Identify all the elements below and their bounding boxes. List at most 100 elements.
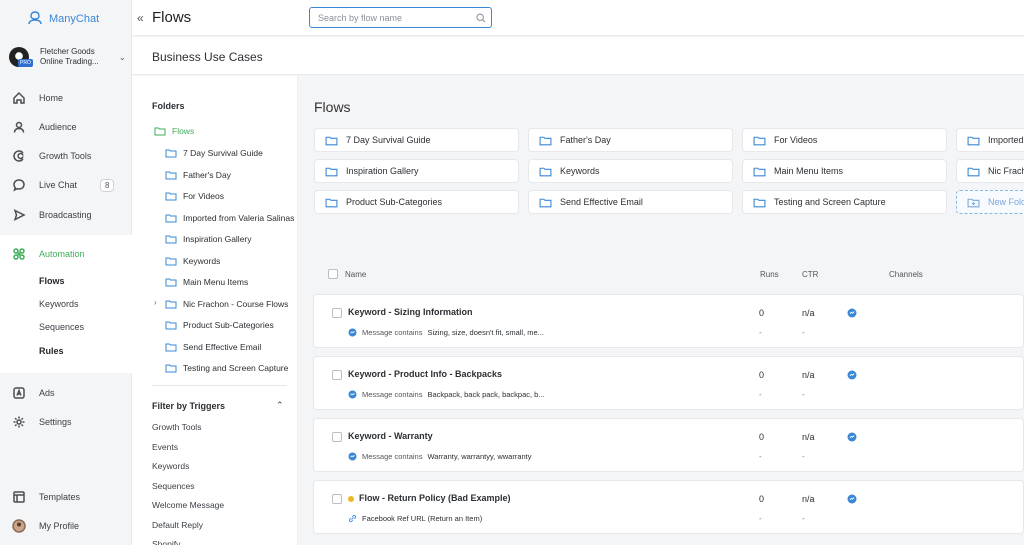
nav-sub-rules[interactable]: Rules [39, 344, 64, 358]
folder-icon [165, 149, 177, 158]
chevron-up-icon[interactable]: ⌃ [276, 400, 284, 411]
new-folder-button[interactable]: New Folder [956, 190, 1024, 214]
trigger-filter-item[interactable]: Default Reply [152, 520, 203, 530]
trigger-filter-item[interactable]: Shopify [152, 539, 180, 545]
row-checkbox[interactable] [332, 308, 342, 318]
trigger-filter-item[interactable]: Welcome Message [152, 500, 224, 510]
folder-tree-item[interactable]: For Videos [165, 189, 297, 203]
search-input[interactable] [310, 8, 470, 27]
row-checkbox[interactable] [332, 494, 342, 504]
brand-name: ManyChat [49, 13, 100, 25]
flow-trigger: Message contains Sizing, size, doesn't fi… [348, 328, 544, 337]
chat-bubble-icon [13, 179, 25, 192]
nav-broadcasting[interactable]: Broadcasting [12, 206, 122, 224]
trigger-filter-item[interactable]: Events [152, 442, 178, 452]
top-bar: « Flows [132, 0, 1024, 36]
flow-title[interactable]: Keyword - Product Info - Backpacks [348, 369, 502, 379]
nav-live-chat-label: Live Chat [39, 180, 78, 190]
folder-card[interactable]: For Videos [742, 128, 947, 152]
flow-row[interactable]: Keyword - Sizing Information Message con… [313, 294, 1024, 348]
folder-card[interactable]: Nic Frachon - Course Flows [956, 159, 1024, 183]
nav-home[interactable]: Home [12, 89, 122, 107]
column-runs[interactable]: Runs [760, 270, 779, 279]
collapse-sidebar-icon[interactable]: « [137, 11, 144, 25]
folder-tree-item[interactable]: Father's Day [165, 168, 297, 182]
trigger-filter-item[interactable]: Growth Tools [152, 422, 201, 432]
home-icon [13, 91, 25, 104]
folder-icon [165, 214, 177, 222]
trigger-prefix: Message contains [362, 328, 423, 337]
folder-icon [165, 278, 177, 287]
flow-title[interactable]: Keyword - Sizing Information [348, 307, 473, 317]
folder-tree-item[interactable]: Keywords [165, 254, 297, 268]
folder-card-label: Inspiration Gallery [346, 166, 419, 176]
folder-icon [539, 198, 552, 207]
folder-card[interactable]: Inspiration Gallery [314, 159, 519, 183]
flow-title-text: Keyword - Warranty [348, 431, 433, 441]
nav-sub-flows[interactable]: Flows [39, 274, 65, 288]
nav-my-profile[interactable]: My Profile [12, 517, 122, 535]
folders-heading: Folders [152, 101, 185, 111]
folder-tree-item[interactable]: 7 Day Survival Guide [165, 146, 297, 160]
select-all-checkbox[interactable] [328, 269, 338, 279]
pro-badge: PRO [18, 59, 33, 67]
nav-settings[interactable]: Settings [12, 413, 122, 431]
search-box[interactable] [309, 7, 492, 28]
row-checkbox[interactable] [332, 370, 342, 380]
expand-arrow-icon[interactable]: › [154, 298, 157, 307]
folder-tree-item[interactable]: Nic Frachon - Course Flows [165, 297, 297, 311]
flow-runs-secondary: - [759, 452, 762, 461]
nav-templates-label: Templates [39, 492, 81, 502]
folder-tree-item[interactable]: Testing and Screen Capture [165, 361, 297, 375]
folder-card[interactable]: Main Menu Items [742, 159, 947, 183]
account-avatar: PRO [9, 47, 33, 67]
trigger-filter-item[interactable]: Keywords [152, 461, 189, 471]
nav-growth-tools[interactable]: Growth Tools [12, 147, 122, 165]
folder-card[interactable]: Send Effective Email [528, 190, 733, 214]
nav-sub-sequences[interactable]: Sequences [39, 320, 84, 334]
folder-card[interactable]: 7 Day Survival Guide [314, 128, 519, 152]
flow-title[interactable]: Keyword - Warranty [348, 431, 433, 441]
nav-sub-keywords[interactable]: Keywords [39, 297, 79, 311]
folder-tree-item-label: Keywords [183, 255, 221, 266]
account-switcher[interactable]: PRO Fletcher Goods Online Trading... ⌄ [9, 45, 129, 69]
trigger-value: Facebook Ref URL (Return an Item) [362, 514, 483, 523]
folder-icon [539, 136, 552, 145]
nav-automation[interactable]: Automation [12, 245, 122, 263]
folder-card[interactable]: Imported from Valeria Salinas [956, 128, 1024, 152]
column-ctr[interactable]: CTR [802, 270, 818, 279]
folder-tree-root[interactable]: Flows [154, 124, 297, 138]
folder-tree-item[interactable]: Inspiration Gallery [165, 232, 297, 246]
nav-live-chat[interactable]: Live Chat 8 [12, 176, 122, 194]
nav-audience-label: Audience [39, 122, 77, 132]
folder-tree-item[interactable]: Send Effective Email [165, 340, 297, 354]
row-checkbox[interactable] [332, 432, 342, 442]
folder-tree-item-label: Testing and Screen Capture [183, 363, 289, 373]
folder-tree-item-label: For Videos [183, 191, 224, 201]
nav-ads[interactable]: Ads [12, 384, 122, 402]
folder-tree-item[interactable]: Main Menu Items [165, 275, 297, 289]
nav-templates[interactable]: Templates [12, 488, 122, 506]
nav-ads-label: Ads [39, 388, 55, 398]
folder-card[interactable]: Product Sub-Categories [314, 190, 519, 214]
folder-card[interactable]: Keywords [528, 159, 733, 183]
flow-row[interactable]: Keyword - Product Info - Backpacks Messa… [313, 356, 1024, 410]
column-name[interactable]: Name [345, 270, 366, 279]
folder-card[interactable]: Testing and Screen Capture [742, 190, 947, 214]
messenger-icon [847, 432, 857, 442]
folder-tree-item[interactable]: Imported from Valeria Salinas [165, 211, 297, 225]
brand-logo[interactable]: ManyChat [26, 10, 99, 28]
folder-tree-item[interactable]: Product Sub-Categories [165, 318, 297, 332]
folder-icon [154, 127, 166, 136]
divider [152, 385, 287, 386]
search-icon[interactable] [476, 13, 486, 23]
folder-tree-item-label: Send Effective Email [183, 341, 262, 352]
flow-row[interactable]: Keyword - Warranty Message contains Warra… [313, 418, 1024, 472]
flow-title[interactable]: Flow - Return Policy (Bad Example) [348, 493, 511, 503]
folder-card[interactable]: Father's Day [528, 128, 733, 152]
folder-card-label: New Folder [988, 197, 1024, 207]
folder-card-label: Send Effective Email [560, 197, 643, 207]
trigger-filter-item[interactable]: Sequences [152, 481, 195, 491]
flow-row[interactable]: Flow - Return Policy (Bad Example) Faceb… [313, 480, 1024, 534]
nav-audience[interactable]: Audience [12, 118, 122, 136]
